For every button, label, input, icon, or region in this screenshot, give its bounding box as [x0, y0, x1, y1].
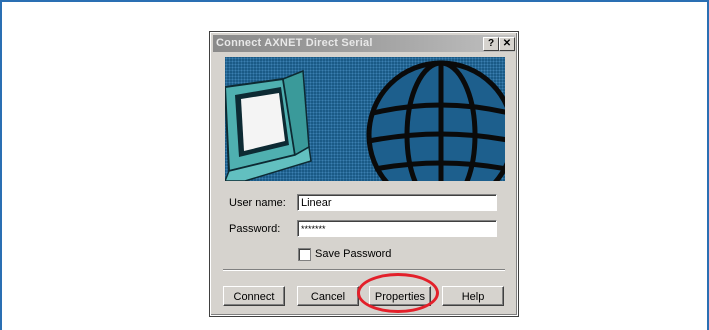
separator	[223, 269, 505, 271]
computer-globe-illustration	[225, 60, 505, 181]
username-field[interactable]: Linear	[297, 194, 497, 211]
help-button[interactable]: Help	[442, 286, 504, 306]
banner-image	[225, 57, 505, 181]
username-label: User name:	[229, 197, 286, 209]
dialog-title: Connect AXNET Direct Serial	[216, 37, 373, 49]
close-button[interactable]: ✕	[499, 37, 515, 51]
connect-dialog: Connect AXNET Direct Serial ? ✕ User nam…	[209, 31, 519, 317]
save-password-checkbox[interactable]	[298, 248, 311, 261]
cancel-button[interactable]: Cancel	[297, 286, 359, 306]
password-label: Password:	[229, 223, 281, 235]
connect-button[interactable]: Connect	[223, 286, 285, 306]
properties-highlight-circle	[357, 273, 439, 313]
save-password-label: Save Password	[315, 248, 392, 260]
title-bar: Connect AXNET Direct Serial ? ✕	[213, 35, 515, 52]
password-field[interactable]: *******	[297, 220, 497, 237]
help-title-button[interactable]: ?	[483, 37, 499, 51]
